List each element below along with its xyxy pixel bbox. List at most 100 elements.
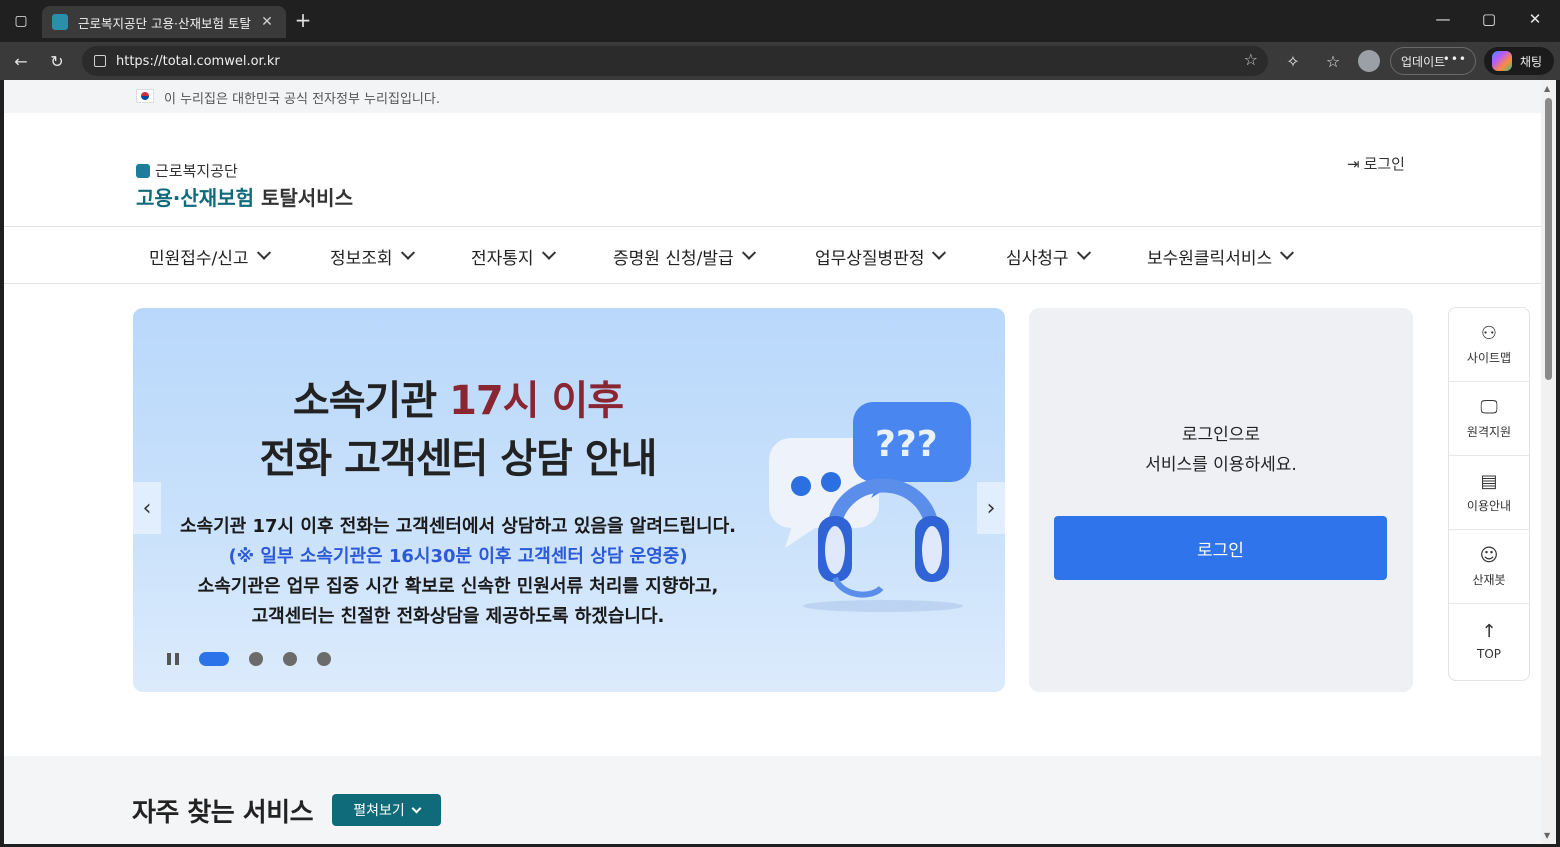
header-login-label: 로그인 [1363,155,1405,173]
hero-banner[interactable]: 소속기관 17시 이후 전화 고객센터 상담 안내 소속기관 17시 이후 전화… [133,308,1005,692]
hero-body-2: (※ 일부 소속기관은 16시30분 이후 고객센터 상담 운영중) [228,546,688,567]
chevron-down-icon [256,245,271,260]
gnb-item-oneclick[interactable]: 보수원클릭서비스 [1147,244,1295,269]
close-window-icon[interactable]: ✕ [1524,10,1546,28]
maximize-icon[interactable]: ▢ [1478,10,1500,28]
extensions-icon[interactable]: ✧ [1280,49,1306,75]
chevron-right-icon: › [986,495,996,521]
quick-item-top[interactable]: ↑ TOP [1449,604,1529,678]
org-logo[interactable]: 근로복지공단 [136,160,238,181]
frequent-services: 자주 찾는 서비스 펼쳐보기 [4,756,1541,844]
tab-actions-icon[interactable]: ▢ [8,8,34,34]
gnb-item-complaint[interactable]: 민원접수/신고 [149,244,271,269]
login-arrow-icon: ⇥ [1347,154,1360,173]
quick-item-guide[interactable]: ▤ 이용안내 [1449,456,1529,530]
guide-icon: ▤ [1480,471,1498,492]
headset-chat-illustration: ??? [769,402,971,612]
gnb-item-disease[interactable]: 업무상질병판정 [815,244,947,269]
hero-dot-3[interactable] [283,652,297,666]
hero-dot-4[interactable] [317,652,331,666]
address-bar[interactable]: https://total.comwel.or.kr ☆ [82,46,1268,76]
chevron-down-icon [741,245,756,260]
site-favicon-icon [52,14,68,30]
gnb-item-review[interactable]: 심사청구 [1006,244,1091,269]
page-viewport: 이 누리집은 대한민국 공식 전자정부 누리집입니다. 근로복지공단 고용·산재… [4,80,1541,844]
hero-title-a: 소속기관 [292,378,437,424]
quick-item-remote[interactable]: 🖵 원격지원 [1449,382,1529,456]
profile-avatar[interactable] [1358,50,1380,72]
url-text: https://total.comwel.or.kr [116,53,280,69]
hero-body-1: 소속기관 17시 이후 전화는 고객센터에서 상담하고 있음을 알려드립니다. [180,516,736,537]
quick-item-sitemap[interactable]: ⚇ 사이트맵 [1449,308,1529,382]
copilot-chat-button[interactable]: 채팅 [1484,47,1554,75]
main-navigation: 민원접수/신고 정보조회 전자통지 증명원 신청/발급 업무상질병판정 심사청구… [4,226,1541,284]
close-tab-icon[interactable]: ✕ [258,14,276,30]
quick-label: 산재봇 [1472,573,1506,587]
service-name-colored: 고용·산재보험 [136,186,254,210]
reload-icon[interactable]: ↻ [44,49,70,75]
lock-icon [94,55,106,67]
chevron-down-icon [400,245,415,260]
gnb-label: 증명원 신청/발급 [613,249,734,269]
hero-body-3: 소속기관은 업무 집중 시간 확보로 신속한 민원서류 처리를 지향하고, [197,576,719,597]
quick-menu: ⚇ 사이트맵 🖵 원격지원 ▤ 이용안내 ☺ 산재봇 ↑ TOP [1448,307,1530,681]
new-tab-icon[interactable]: + [292,10,314,32]
expand-button[interactable]: 펼쳐보기 [332,794,441,826]
scroll-up-icon[interactable]: ▲ [1544,84,1550,93]
chevron-down-icon [932,245,947,260]
hero-body-4: 고객센터는 친절한 전화상담을 제공하도록 하겠습니다. [251,606,665,627]
favorites-icon[interactable]: ☆ [1320,49,1346,75]
scrollbar-thumb[interactable] [1545,98,1552,380]
hero-next-button[interactable]: › [977,482,1005,534]
gnb-item-notice[interactable]: 전자통지 [471,244,556,269]
login-msg-1: 로그인으로 [1181,425,1261,445]
browser-tab-bar: ▢ 근로복지공단 고용·산재보험 토탈 ✕ + — ▢ ✕ [0,0,1560,42]
chevron-down-icon [411,803,422,813]
robot-icon: ☺ [1479,545,1499,566]
update-button[interactable]: 업데이트 ••• [1390,47,1476,75]
back-icon[interactable]: ← [8,49,34,75]
hero-prev-button[interactable]: ‹ [133,482,161,534]
quick-label: 이용안내 [1466,499,1512,513]
browser-tab[interactable]: 근로복지공단 고용·산재보험 토탈 ✕ [42,6,286,38]
header-login-link[interactable]: ⇥ 로그인 [1347,153,1405,174]
svg-text:???: ??? [875,424,938,465]
chevron-down-icon [1280,245,1295,260]
chevron-down-icon [541,245,556,260]
more-icon[interactable]: ••• [1443,52,1467,66]
gnb-label: 보수원클릭서비스 [1147,249,1273,269]
favorite-star-icon[interactable]: ☆ [1244,50,1258,69]
hero-dot-1[interactable] [199,652,229,666]
gnb-label: 심사청구 [1006,249,1069,269]
update-label: 업데이트 [1401,54,1446,69]
quick-label: 원격지원 [1466,425,1512,439]
sitemap-icon: ⚇ [1480,323,1498,344]
minimize-icon[interactable]: — [1432,10,1454,28]
korea-flag-icon [136,89,154,103]
gov-banner: 이 누리집은 대한민국 공식 전자정부 누리집입니다. [4,80,1541,113]
pause-icon[interactable] [167,653,179,665]
login-button[interactable]: 로그인 [1054,516,1387,580]
chat-label: 채팅 [1520,54,1543,69]
gnb-item-certificate[interactable]: 증명원 신청/발급 [613,244,756,269]
hero-dot-2[interactable] [249,652,263,666]
login-msg-2: 서비스를 이용하세요. [1145,455,1297,475]
browser-toolbar: ← ↻ https://total.comwel.or.kr ☆ ✧ ☆ 업데이… [0,42,1560,80]
page-scrollbar[interactable]: ▲ ▼ [1541,80,1556,844]
hero-title-highlight: 17시 이후 [449,378,624,424]
chevron-left-icon: ‹ [142,495,152,521]
arrow-up-icon: ↑ [1481,621,1497,642]
gnb-item-info[interactable]: 정보조회 [330,244,415,269]
chevron-down-icon [1076,245,1091,260]
frequent-title: 자주 찾는 서비스 [132,798,314,828]
hero-title-line2: 전화 고객센터 상담 안내 [259,436,658,482]
org-name: 근로복지공단 [155,162,238,180]
scroll-down-icon[interactable]: ▼ [1544,831,1550,840]
gov-banner-text: 이 누리집은 대한민국 공식 전자정부 누리집입니다. [164,92,440,107]
service-logo[interactable]: 고용·산재보험 토탈서비스 [136,182,353,211]
quick-label: TOP [1476,647,1501,661]
comwel-logo-icon [136,163,150,178]
quick-item-bot[interactable]: ☺ 산재봇 [1449,530,1529,604]
tab-title: 근로복지공단 고용·산재보험 토탈 [78,15,251,31]
copilot-icon [1492,51,1512,71]
